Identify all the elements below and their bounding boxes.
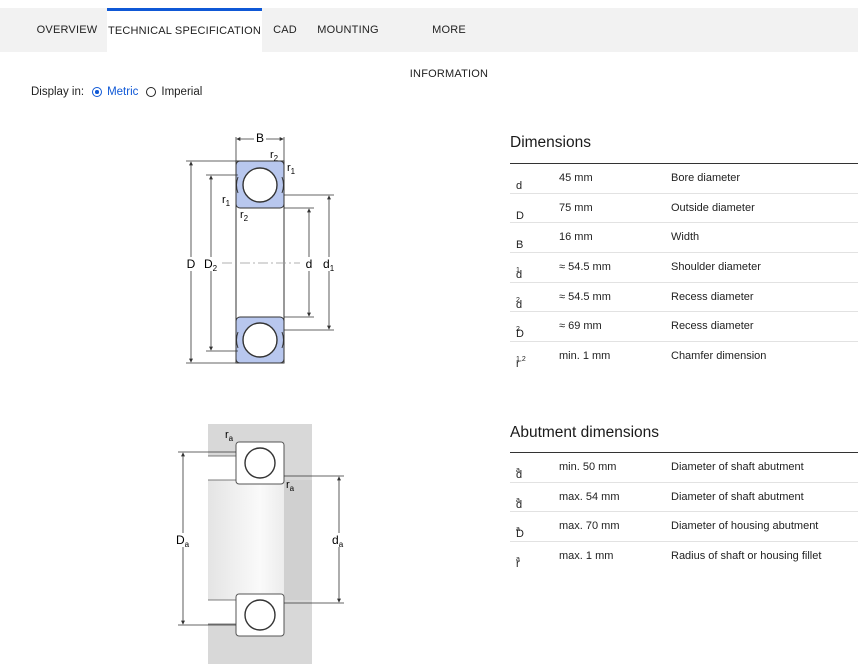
abutment-title: Abutment dimensions	[510, 424, 660, 441]
symbol: da	[516, 467, 523, 481]
imperial-radio[interactable]	[146, 87, 157, 97]
table-row: D 2 ≈ 69 mm Recess diameter	[510, 312, 858, 343]
value: 45 mm	[559, 172, 593, 184]
tab-cad[interactable]: CAD	[266, 8, 304, 52]
value: 16 mm	[559, 231, 593, 244]
metric-radio[interactable]	[92, 87, 103, 97]
description: Diameter of shaft abutment	[671, 461, 804, 473]
tab-overview[interactable]: OVERVIEW	[30, 8, 104, 52]
table-row: d 2 ≈ 54.5 mm Recess diameter	[510, 283, 858, 313]
symbol: d1	[516, 267, 523, 282]
abutment-table: d a min. 50 mm Diameter of shaft abutment d…	[510, 452, 858, 571]
table-row: D 75 mm Outside diameter	[510, 194, 858, 224]
symbol: Da	[516, 526, 524, 541]
label-r1-left: r1	[222, 194, 231, 208]
bearing-dimensions-drawing: B r2 r1 r1 r2 D D2 d d1	[185, 131, 340, 364]
description: Shoulder diameter	[671, 261, 761, 274]
value: min. 1 mm	[559, 350, 611, 363]
table-row: d a min. 50 mm Diameter of shaft abutment	[510, 453, 858, 483]
label-d: d	[306, 257, 313, 271]
value: max. 70 mm	[559, 520, 620, 533]
imperial-label: Imperial	[161, 86, 203, 98]
table-row: r 1,2 min. 1 mm Chamfer dimension	[510, 342, 858, 371]
tab-mounting[interactable]: MOUNTING	[313, 8, 383, 52]
value: max. 1 mm	[559, 550, 614, 563]
tab-technical-specification[interactable]: TECHNICAL SPECIFICATION	[107, 8, 262, 52]
description: Bore diameter	[671, 172, 741, 184]
description: Recess diameter	[671, 290, 754, 303]
value: ≈ 54.5 mm	[559, 261, 611, 274]
value: 75 mm	[559, 201, 593, 214]
abutment-dimensions-drawing: ra ra Da da	[175, 424, 349, 664]
imperial-option[interactable]: Imperial	[146, 86, 202, 98]
symbol: r 1,2	[516, 356, 526, 371]
table-row: Da max. 70 mm Diameter of housing abutment	[510, 512, 858, 543]
metric-option[interactable]: Metric	[92, 86, 138, 98]
display-in-label: Display in:	[31, 86, 85, 98]
metric-label: Metric	[107, 86, 139, 98]
dimensions-table: d 45 mm Bore diameter D 75 mm Outside diamet…	[510, 163, 858, 371]
table-row: d 45 mm Bore diameter	[510, 164, 858, 194]
table-row: d 1 ≈ 54.5 mm Shoulder diameter	[510, 253, 858, 283]
description: Width	[671, 231, 700, 244]
label-r2-top: r2	[270, 149, 279, 163]
value: min. 50 mm	[559, 461, 617, 473]
label-B: B	[256, 131, 264, 145]
symbol: ra	[516, 556, 520, 571]
value: max. 54 mm	[559, 490, 620, 503]
value: ≈ 69 mm	[559, 320, 602, 333]
dimensions-title: Dimensions	[510, 134, 591, 151]
symbol: d2	[516, 296, 523, 311]
description: Outside diameter	[671, 201, 755, 214]
label-r1-top: r1	[287, 162, 296, 176]
description: Chamfer dimension	[671, 350, 767, 363]
description: Diameter of shaft abutment	[671, 490, 804, 503]
table-row: r a max. 1 mm Radius of shaft or housing fi…	[510, 542, 858, 571]
tab-bar: OVERVIEW TECHNICAL SPECIFICATION CAD MOU…	[0, 8, 858, 80]
description: Radius of shaft or housing fillet	[671, 550, 822, 563]
description: Recess diameter	[671, 320, 754, 333]
unit-selector: Display in: Metric Imperial	[31, 84, 202, 100]
value: ≈ 54.5 mm	[559, 290, 611, 303]
tab-more-information[interactable]: MORE INFORMATION	[393, 8, 505, 80]
label-D: D	[187, 257, 196, 271]
symbol: D2	[516, 326, 524, 341]
description: Diameter of housing abutment	[671, 520, 819, 533]
symbol: da	[516, 496, 523, 511]
table-row: d a max. 54 mm Diameter of shaft abutment	[510, 483, 858, 513]
table-row: B 16 mm Width	[510, 223, 858, 254]
